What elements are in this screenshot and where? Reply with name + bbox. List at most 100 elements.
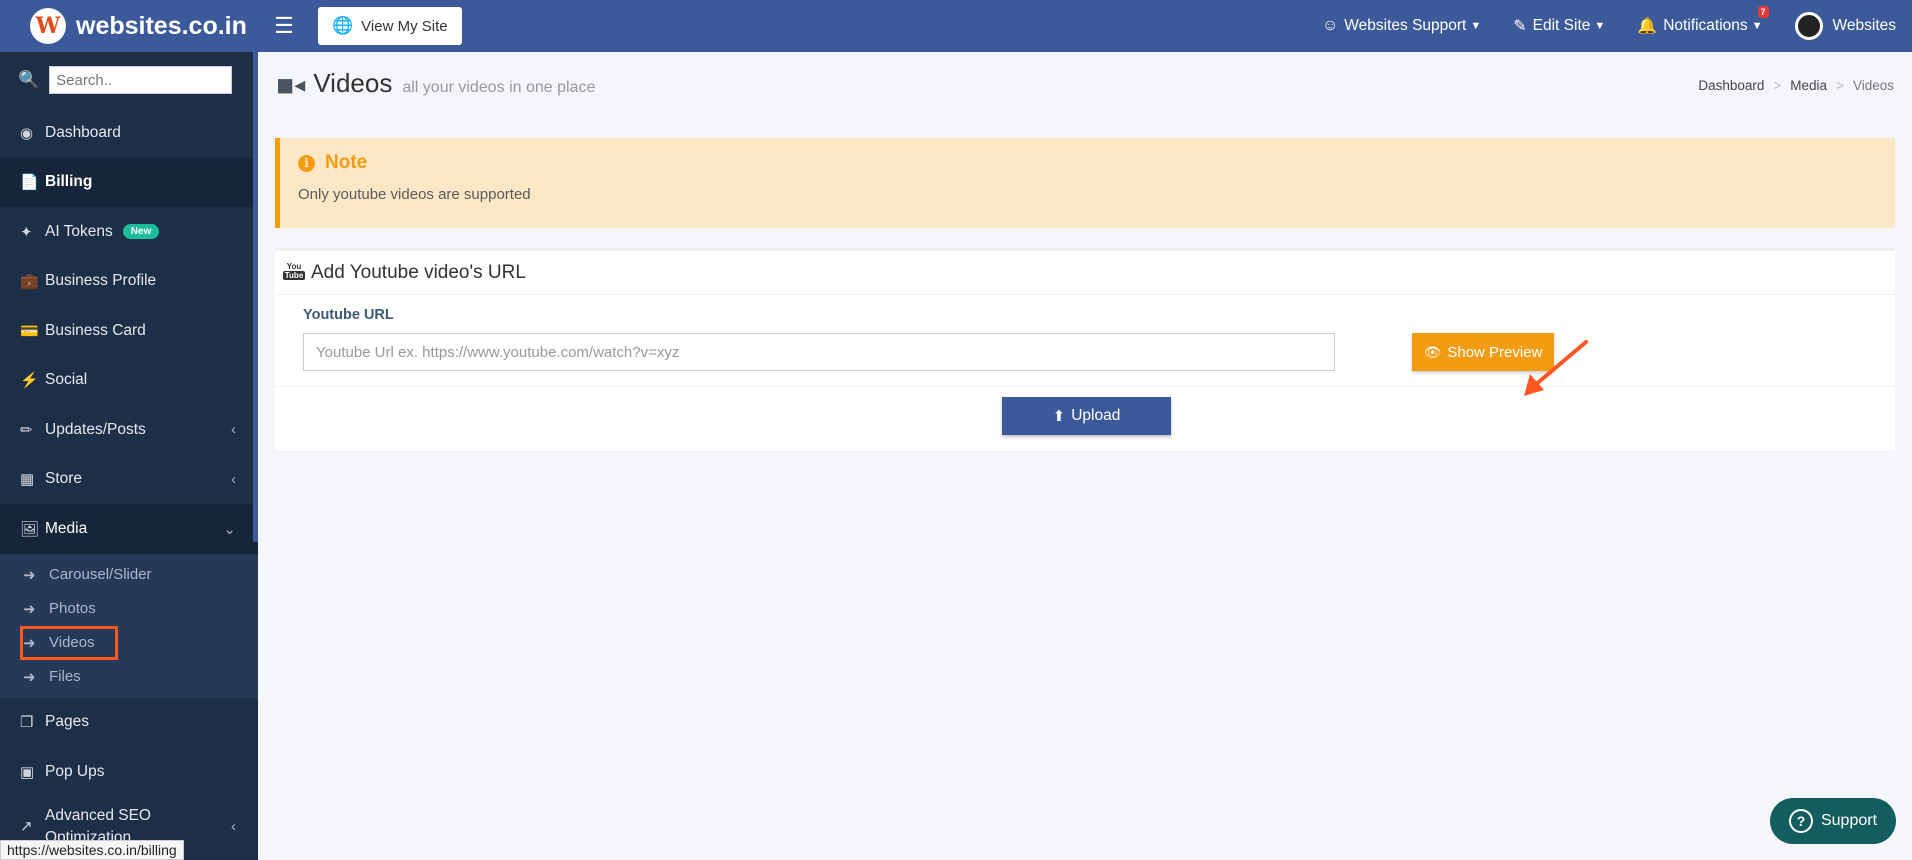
support-label: Support bbox=[1820, 812, 1878, 829]
user-circle-icon: ☺ bbox=[1321, 17, 1339, 34]
chevron-down-icon: ▼ bbox=[1470, 20, 1482, 32]
plug-icon: ⚡ bbox=[20, 372, 39, 390]
sidebar-item-pop-ups[interactable]: ▣ Pop Ups bbox=[0, 747, 258, 797]
arrow-right-icon: ➜ bbox=[23, 668, 36, 686]
brand[interactable]: W websites.co.in bbox=[0, 0, 258, 52]
hamburger-icon[interactable]: ☰ bbox=[258, 0, 310, 52]
sidebar: 🔍 ◉ Dashboard 📄 Billing ✦ AI Tokens New … bbox=[0, 52, 258, 860]
arrow-right-icon: ➜ bbox=[23, 634, 36, 652]
submenu-item-label: Videos bbox=[49, 634, 95, 651]
breadcrumb-separator: > bbox=[1773, 78, 1782, 93]
websites-support-label: Websites Support bbox=[1344, 17, 1467, 34]
sidebar-item-label: Social bbox=[45, 371, 88, 389]
pencil-icon: ✏ bbox=[20, 421, 33, 439]
sidebar-item-label: Billing bbox=[45, 173, 93, 191]
chevron-left-icon: ‹ bbox=[231, 470, 236, 488]
search-icon: 🔍 bbox=[18, 70, 40, 89]
sidebar-item-updates-posts[interactable]: ✏ Updates/Posts ‹ bbox=[0, 405, 258, 455]
chevron-left-icon: ‹ bbox=[231, 817, 236, 835]
note-title-row: i Note bbox=[298, 152, 1877, 174]
video-camera-icon: ◼◂ bbox=[276, 72, 306, 97]
sidebar-item-social[interactable]: ⚡ Social bbox=[0, 356, 258, 406]
media-submenu: ➜ Carousel/Slider ➜ Photos ➜ Videos ➜ Fi… bbox=[0, 553, 258, 698]
question-icon: ? bbox=[1788, 809, 1813, 833]
youtube-url-input[interactable] bbox=[303, 333, 1335, 371]
youtube-url-label: Youtube URL bbox=[303, 307, 394, 323]
sidebar-item-label: Dashboard bbox=[45, 123, 121, 141]
arrow-right-icon: ➜ bbox=[23, 600, 36, 618]
sidebar-search: 🔍 bbox=[0, 52, 258, 108]
chevron-down-icon: ▼ bbox=[1751, 20, 1763, 32]
briefcase-icon: 💼 bbox=[20, 273, 39, 291]
box-title: Add Youtube video's URL bbox=[311, 261, 526, 283]
divider bbox=[275, 386, 1895, 387]
bell-icon: 🔔 bbox=[1637, 18, 1658, 35]
submenu-item-files[interactable]: ➜ Files bbox=[0, 660, 258, 694]
chevron-left-icon: ‹ bbox=[231, 421, 236, 439]
breadcrumb-dashboard[interactable]: Dashboard bbox=[1698, 78, 1764, 93]
submenu-item-label: Photos bbox=[49, 600, 96, 617]
image-icon: 🖼 bbox=[20, 520, 40, 538]
edit-site-menu[interactable]: ✎ Edit Site ▼ bbox=[1497, 0, 1621, 52]
dashboard-icon: ◉ bbox=[20, 124, 34, 142]
submenu-item-carousel-slider[interactable]: ➜ Carousel/Slider bbox=[0, 558, 258, 592]
new-badge: New bbox=[122, 224, 160, 240]
youtube-icon: You Tube bbox=[282, 261, 306, 280]
sidebar-item-label: Business Profile bbox=[45, 272, 157, 290]
notifications-menu[interactable]: 🔔 Notifications ▼ 7 bbox=[1621, 0, 1778, 52]
sidebar-item-business-profile[interactable]: 💼 Business Profile bbox=[0, 257, 258, 307]
account-menu[interactable]: Websites bbox=[1779, 0, 1912, 52]
box-header: You Tube Add Youtube video's URL bbox=[275, 251, 1895, 295]
copy-icon: ❐ bbox=[20, 714, 34, 732]
notifications-label: Notifications bbox=[1663, 17, 1748, 34]
edit-site-label: Edit Site bbox=[1532, 17, 1591, 34]
add-video-box: You Tube Add Youtube video's URL Youtube … bbox=[275, 248, 1895, 450]
status-bar-url: https://websites.co.in/billing bbox=[0, 840, 184, 860]
sidebar-item-label: Pop Ups bbox=[45, 762, 105, 780]
sidebar-item-pages[interactable]: ❐ Pages bbox=[0, 698, 258, 748]
view-my-site-button[interactable]: 🌐 View My Site bbox=[318, 7, 462, 45]
brand-logo: W bbox=[30, 8, 66, 44]
sidebar-item-label: Pages bbox=[45, 713, 89, 731]
breadcrumb-videos: Videos bbox=[1852, 78, 1894, 93]
sidebar-item-ai-tokens[interactable]: ✦ AI Tokens New bbox=[0, 207, 258, 257]
breadcrumb-media[interactable]: Media bbox=[1790, 78, 1827, 93]
websites-support-menu[interactable]: ☺ Websites Support ▼ bbox=[1306, 0, 1497, 52]
sidebar-item-label: AI Tokens bbox=[45, 222, 113, 240]
search-input[interactable] bbox=[49, 66, 233, 94]
window-icon: ▣ bbox=[20, 763, 35, 781]
submenu-item-photos[interactable]: ➜ Photos bbox=[0, 592, 258, 626]
sidebar-item-media[interactable]: 🖼 Media ⌄ bbox=[0, 504, 258, 554]
notifications-count-badge: 7 bbox=[1757, 6, 1769, 18]
account-label: Websites bbox=[1832, 17, 1896, 34]
top-navbar: W websites.co.in ☰ 🌐 View My Site ☺ Webs… bbox=[0, 0, 1912, 52]
upload-button[interactable]: ⬆ Upload bbox=[1002, 397, 1171, 435]
upload-icon: ⬆ bbox=[1052, 408, 1066, 425]
sidebar-item-billing[interactable]: 📄 Billing bbox=[0, 157, 258, 207]
page-header: ◼◂ Videos all your videos in one place bbox=[276, 68, 595, 99]
building-icon: ▦ bbox=[20, 471, 35, 489]
page-subtitle: all your videos in one place bbox=[402, 79, 596, 96]
breadcrumb: Dashboard > Media > Videos bbox=[1698, 78, 1894, 93]
submenu-item-videos[interactable]: ➜ Videos bbox=[20, 625, 118, 660]
submenu-item-label: Files bbox=[49, 668, 81, 685]
brand-name: websites.co.in bbox=[76, 11, 247, 40]
sidebar-item-business-card[interactable]: 💳 Business Card bbox=[0, 306, 258, 356]
info-icon: i bbox=[298, 154, 315, 172]
sidebar-item-dashboard[interactable]: ◉ Dashboard bbox=[0, 108, 258, 158]
globe-icon: 🌐 bbox=[332, 16, 354, 35]
sidebar-item-label: Business Card bbox=[45, 321, 146, 339]
support-button[interactable]: ? Support bbox=[1770, 798, 1896, 844]
upload-label: Upload bbox=[1071, 407, 1121, 424]
view-my-site-label: View My Site bbox=[361, 17, 448, 35]
annotation-arrow-icon bbox=[1524, 340, 1588, 396]
breadcrumb-separator: > bbox=[1836, 78, 1844, 93]
note-title: Note bbox=[325, 152, 368, 173]
file-icon: 📄 bbox=[20, 174, 39, 192]
chevron-down-icon: ▼ bbox=[1594, 20, 1606, 32]
trend-icon: ↗ bbox=[20, 817, 33, 835]
sidebar-item-store[interactable]: ▦ Store ‹ bbox=[0, 455, 258, 505]
note-callout: i Note Only youtube videos are supported bbox=[275, 138, 1895, 228]
eye-icon: 👁 bbox=[1423, 343, 1442, 360]
chevron-down-icon: ⌄ bbox=[223, 520, 236, 538]
